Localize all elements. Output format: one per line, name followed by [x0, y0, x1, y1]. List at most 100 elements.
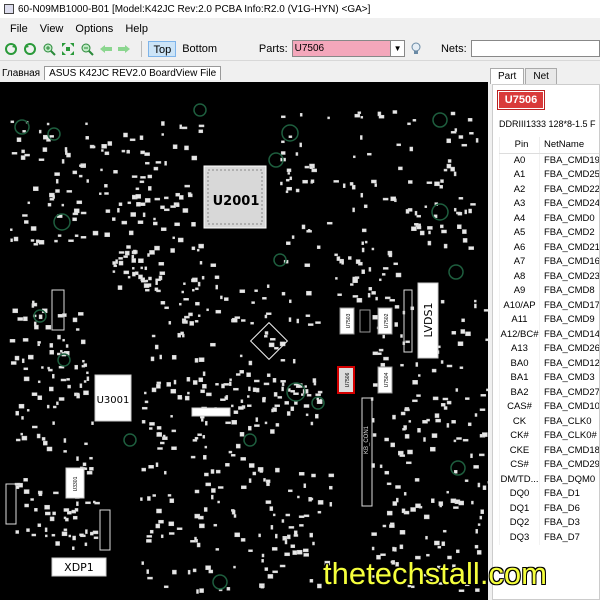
pad	[118, 260, 124, 266]
pad	[419, 230, 425, 236]
tab-net[interactable]: Net	[525, 68, 557, 84]
table-row[interactable]: CAS# FBA_CMD10	[499, 400, 599, 415]
table-row[interactable]: A6 FBA_CMD21	[499, 240, 599, 255]
pad	[156, 432, 162, 437]
pad	[439, 185, 443, 189]
menu-help[interactable]: Help	[119, 23, 154, 35]
table-row[interactable]: A13 FBA_CMD26	[499, 342, 599, 357]
table-row[interactable]: A5 FBA_CMD2	[499, 226, 599, 241]
pad	[371, 247, 375, 251]
pad	[104, 232, 110, 237]
pad	[306, 290, 312, 296]
arrow-left-icon[interactable]	[98, 41, 114, 57]
netname-cell: FBA_CMD19	[539, 153, 599, 168]
pad	[162, 434, 166, 439]
column-pin[interactable]: Pin	[499, 137, 540, 154]
table-row[interactable]: A0 FBA_CMD19	[499, 153, 599, 168]
table-row[interactable]: BA0 FBA_CMD12	[499, 356, 599, 371]
home-tab[interactable]: Главная	[0, 68, 44, 80]
pad	[175, 203, 180, 207]
pad	[112, 261, 116, 265]
bottom-side-button[interactable]: Bottom	[178, 41, 221, 57]
pad	[467, 118, 473, 122]
parts-search-field[interactable]: U7506	[291, 40, 392, 57]
table-row[interactable]: CKE FBA_CMD18	[499, 443, 599, 458]
nets-search-field[interactable]	[470, 40, 600, 57]
tab-part[interactable]: Part	[490, 68, 525, 84]
menu-view[interactable]: View	[34, 23, 70, 35]
pad	[458, 500, 464, 506]
table-row[interactable]: A8 FBA_CMD23	[499, 269, 599, 284]
table-row[interactable]: A11 FBA_CMD9	[499, 313, 599, 328]
pad	[168, 532, 175, 535]
table-row[interactable]: BA1 FBA_CMD3	[499, 371, 599, 386]
table-row[interactable]: A3 FBA_CMD24	[499, 197, 599, 212]
refresh-back-icon[interactable]	[22, 41, 38, 57]
pad	[479, 515, 483, 520]
top-side-button[interactable]: Top	[148, 40, 177, 57]
pad	[158, 519, 164, 524]
pad	[44, 527, 48, 533]
table-row[interactable]: A2 FBA_CMD22	[499, 182, 599, 197]
table-row[interactable]: DQ3 FBA_D7	[499, 530, 599, 545]
table-row[interactable]: DQ1 FBA_D6	[499, 501, 599, 516]
bulb-icon[interactable]	[408, 41, 424, 57]
table-row[interactable]: DQ2 FBA_D3	[499, 516, 599, 531]
pad	[149, 529, 154, 534]
pad	[217, 500, 220, 504]
pad	[194, 436, 199, 440]
menu-file[interactable]: File	[4, 23, 34, 35]
refresh-icon[interactable]	[3, 41, 19, 57]
arrow-right-icon[interactable]	[117, 41, 133, 57]
table-row[interactable]: DQ0 FBA_D1	[499, 487, 599, 502]
zoom-in-icon[interactable]	[41, 41, 57, 57]
pad	[192, 288, 195, 292]
pad	[170, 388, 177, 394]
pad	[76, 456, 79, 461]
table-row[interactable]: A4 FBA_CMD0	[499, 211, 599, 226]
pad	[93, 536, 99, 540]
pad	[62, 338, 65, 342]
table-row[interactable]: A10/AP FBA_CMD17	[499, 298, 599, 313]
table-row[interactable]: A12/BC# FBA_CMD14	[499, 327, 599, 342]
pad	[275, 467, 280, 473]
table-row[interactable]: DM/TD... FBA_DQM0	[499, 472, 599, 487]
pcb-drawing[interactable]: U2001 U3001 LVDS1 XDP1 U7503 U7502 U7506…	[0, 82, 488, 600]
pad	[477, 482, 481, 488]
pad	[63, 450, 67, 453]
zoom-out-icon[interactable]	[79, 41, 95, 57]
pad	[248, 478, 252, 483]
table-row[interactable]: A7 FBA_CMD16	[499, 255, 599, 270]
parts-label: Parts:	[258, 42, 288, 55]
chevron-down-icon[interactable]: ▼	[391, 40, 406, 57]
pad	[384, 437, 389, 442]
table-row[interactable]: A1 FBA_CMD25	[499, 168, 599, 183]
pad	[37, 395, 43, 400]
pad	[131, 254, 135, 259]
pad	[248, 549, 253, 552]
pad	[316, 245, 321, 249]
table-row[interactable]: BA2 FBA_CMD27	[499, 385, 599, 400]
board-canvas[interactable]: U2001 U3001 LVDS1 XDP1 U7503 U7502 U7506…	[0, 82, 488, 600]
pad	[305, 314, 311, 317]
table-row[interactable]: CS# FBA_CMD29	[499, 458, 599, 473]
pad	[68, 239, 74, 242]
fit-icon[interactable]	[60, 41, 76, 57]
pad	[140, 279, 147, 283]
pad	[94, 501, 100, 505]
pad	[153, 166, 159, 171]
table-row[interactable]: CK# FBA_CLK0#	[499, 429, 599, 444]
pad	[312, 541, 315, 546]
pad	[228, 450, 233, 454]
boardview-file-tab[interactable]: ASUS K42JC REV2.0 BoardView File	[44, 66, 222, 80]
pad	[361, 269, 365, 274]
column-netname[interactable]: NetName	[539, 137, 599, 154]
menu-options[interactable]: Options	[69, 23, 119, 35]
table-row[interactable]: A9 FBA_CMD8	[499, 284, 599, 299]
pad	[74, 234, 79, 237]
chip-u7505[interactable]	[359, 309, 371, 333]
pad	[453, 207, 457, 212]
chip-rotated[interactable]	[249, 321, 289, 361]
table-row[interactable]: CK FBA_CLK0	[499, 414, 599, 429]
pad	[396, 143, 401, 147]
